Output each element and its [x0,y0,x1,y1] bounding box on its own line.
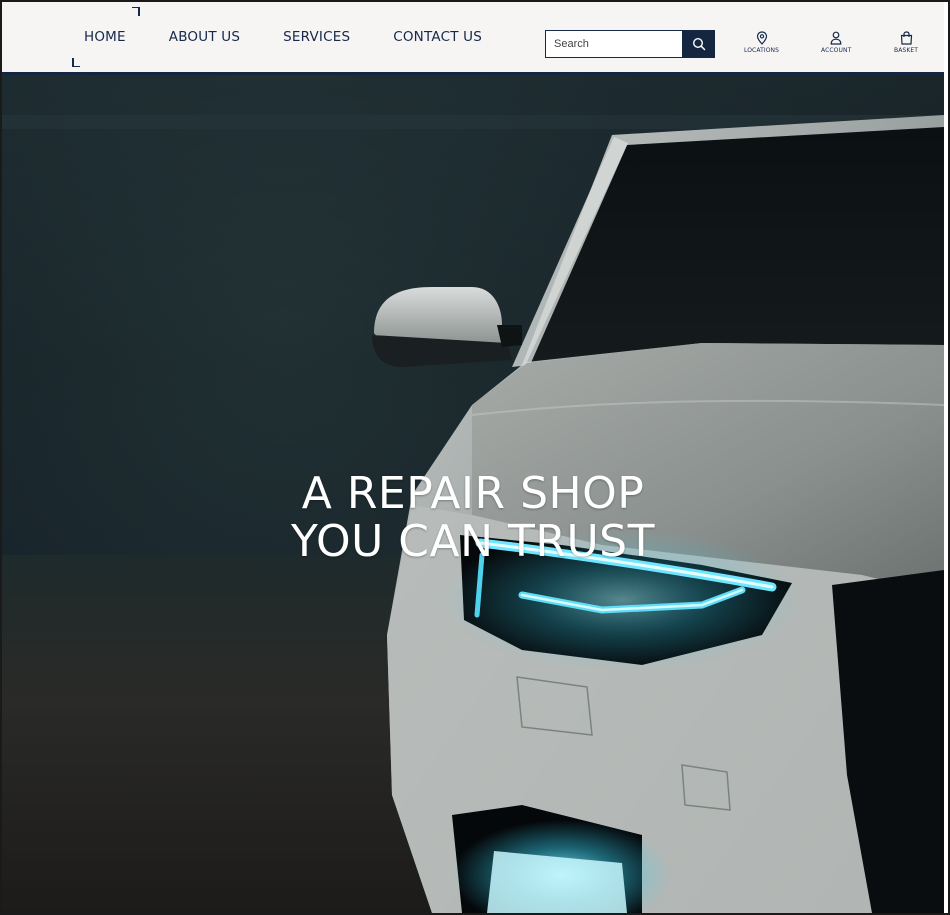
search-input[interactable] [545,30,682,58]
nav-services[interactable]: SERVICES [271,21,362,53]
site-header: HOME ABOUT US SERVICES CONTACT US Search… [2,2,944,75]
nav-contact-us[interactable]: CONTACT US [381,21,494,53]
nav-about-us[interactable]: ABOUT US [157,21,252,53]
basket-link[interactable]: BASKET [894,31,918,54]
location-pin-icon [756,31,767,45]
locations-link[interactable]: LOCATIONS [744,31,779,54]
shopping-bag-icon [900,31,912,45]
nav-home-label: HOME [84,29,126,45]
locations-label: LOCATIONS [744,47,780,54]
basket-label: BASKET [894,47,919,54]
hero-title: A REPAIR SHOP YOU CAN TRUST [2,470,944,566]
nav-about-us-label: ABOUT US [168,29,241,45]
nav-home[interactable]: HOME [72,7,140,67]
account-label: ACCOUNT [821,47,852,54]
hero-title-line2: YOU CAN TRUST [291,516,655,568]
browser-viewport: HOME ABOUT US SERVICES CONTACT US Search… [0,0,950,915]
hero-title-line1: A REPAIR SHOP [301,468,645,520]
nav-services-label: SERVICES [283,29,351,45]
hero-section: A REPAIR SHOP YOU CAN TRUST [2,75,944,913]
search-bar [545,30,715,58]
account-link[interactable]: ACCOUNT [821,31,851,54]
active-indicator-corner [131,7,140,16]
search-icon [692,37,705,51]
search-button[interactable] [682,30,715,58]
nav-contact-us-label: CONTACT US [393,29,482,45]
user-icon [830,31,842,45]
active-indicator-corner [72,58,80,67]
main-nav: HOME ABOUT US SERVICES CONTACT US [72,2,513,72]
